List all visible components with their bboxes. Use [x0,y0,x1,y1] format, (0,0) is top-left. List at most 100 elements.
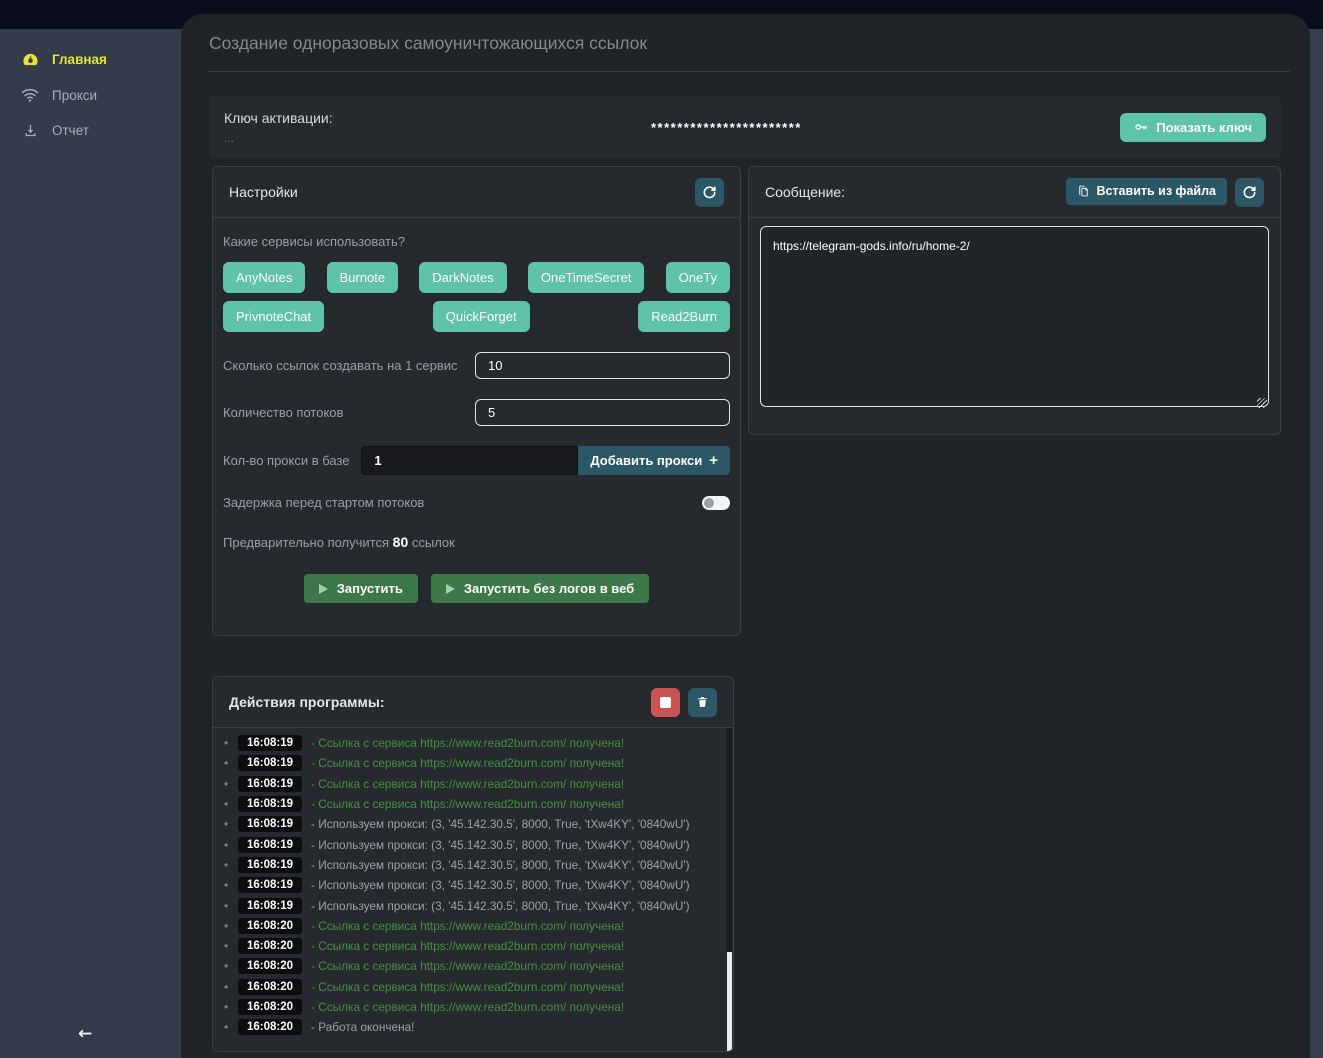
links-per-service-row: Сколько ссылок создавать на 1 сервис [223,352,730,379]
settings-title: Настройки [229,184,298,200]
log-header: Действия программы: [213,677,733,728]
log-entry: • 16:08:20 - Ссылка с сервиса https://ww… [224,997,719,1017]
log-timestamp: 16:08:20 [238,979,302,995]
clear-log-button[interactable] [688,688,717,717]
bullet-icon: • [224,980,238,994]
log-message: - Ссылка с сервиса https://www.read2burn… [311,939,624,953]
activation-key-panel: Ключ активации: ... ********************… [209,96,1281,158]
bullet-icon: • [224,939,238,953]
wifi-icon [21,88,39,103]
log-message: - Используем прокси: (3, '45.142.30.5', … [311,817,689,831]
gauge-icon [21,51,39,68]
title-divider [209,71,1290,72]
service-button[interactable]: AnyNotes [223,262,305,293]
services-row-1: AnyNotes Burnote DarkNotes OneTimeSecret… [223,262,730,293]
bullet-icon: • [224,858,238,872]
service-button[interactable]: PrivnoteChat [223,301,324,332]
log-timestamp: 16:08:19 [238,837,302,853]
log-entry: • 16:08:19 - Ссылка с сервиса https://ww… [224,733,719,753]
bullet-icon: • [224,919,238,933]
log-timestamp: 16:08:19 [238,857,302,873]
message-header: Сообщение: Вставить из файла [749,167,1280,218]
run-buttons-row: Запустить Запустить без логов в веб [223,574,730,603]
log-entry: • 16:08:19 - Используем прокси: (3, '45.… [224,875,719,895]
log-entry: • 16:08:20 - Ссылка с сервиса https://ww… [224,936,719,956]
log-scrollbar-thumb[interactable] [727,952,732,1052]
activation-key-label: Ключ активации: [224,110,333,126]
bullet-icon: • [224,736,238,750]
sidebar-item-label: Отчет [52,123,89,138]
main-content: Создание одноразовых самоуничтожающихся … [181,14,1310,1058]
add-proxy-button-label: Добавить прокси [590,453,702,468]
log-entry: • 16:08:20 - Ссылка с сервиса https://ww… [224,956,719,976]
run-button-label: Запустить [337,581,403,596]
bullet-icon: • [224,756,238,770]
run-no-logs-button[interactable]: Запустить без логов в веб [431,574,649,603]
message-refresh-button[interactable] [1235,178,1264,207]
log-timestamp: 16:08:20 [238,938,302,954]
bullet-icon: • [224,878,238,892]
services-row-2: PrivnoteChat QuickForget Read2Burn [223,301,730,332]
sidebar-item-label: Главная [52,52,107,67]
service-button[interactable]: QuickForget [433,301,530,332]
settings-body: Какие сервисы использовать? AnyNotes Bur… [213,218,740,603]
log-message: - Ссылка с сервиса https://www.read2burn… [311,736,624,750]
settings-header: Настройки [213,167,740,218]
log-entry: • 16:08:20 - Работа окончена! [224,1017,719,1037]
service-button[interactable]: OneTy [666,262,730,293]
settings-refresh-button[interactable] [695,178,724,207]
threads-input[interactable] [475,399,730,426]
log-timestamp: 16:08:19 [238,796,302,812]
links-per-service-label: Сколько ссылок создавать на 1 сервис [223,358,458,373]
service-button[interactable]: OneTimeSecret [528,262,645,293]
sidebar: Главная Прокси Отчет ← [0,29,181,1058]
log-entry: • 16:08:19 - Используем прокси: (3, '45.… [224,895,719,915]
stop-button[interactable] [651,688,680,717]
log-panel: Действия программы: • 16:08:19 [212,676,734,1052]
proxy-input-group: Добавить прокси + [361,446,730,475]
threads-label: Количество потоков [223,405,343,420]
run-button[interactable]: Запустить [304,574,418,603]
log-list[interactable]: • 16:08:19 - Ссылка с сервиса https://ww… [213,728,733,1052]
settings-panel: Настройки Какие сервисы использовать? An… [212,166,741,636]
preview-line: Предварительно получится 80 ссылок [223,534,730,550]
log-timestamp: 16:08:20 [238,999,302,1015]
activation-labels: Ключ активации: ... [224,110,333,145]
sidebar-item-report[interactable]: Отчет [0,113,181,148]
key-icon [1134,120,1148,134]
log-timestamp: 16:08:19 [238,898,302,914]
log-actions [651,688,717,717]
proxy-count-input[interactable] [361,446,578,475]
log-timestamp: 16:08:19 [238,816,302,832]
links-per-service-input[interactable] [475,352,730,379]
paste-icon [1077,184,1090,198]
log-message: - Используем прокси: (3, '45.142.30.5', … [311,878,689,892]
log-message: - Ссылка с сервиса https://www.read2burn… [311,777,624,791]
bullet-icon: • [224,777,238,791]
service-button[interactable]: Burnote [327,262,399,293]
resize-grip-icon[interactable] [1257,398,1267,408]
add-proxy-button[interactable]: Добавить прокси + [578,446,730,475]
threads-row: Количество потоков [223,399,730,426]
insert-from-file-label: Вставить из файла [1096,184,1216,198]
play-icon [446,584,455,594]
sidebar-item-home[interactable]: Главная [0,41,181,78]
log-timestamp: 16:08:19 [238,735,302,751]
proxy-count-row: Кол-во прокси в базе Добавить прокси + [223,446,730,475]
service-button[interactable]: Read2Burn [638,301,730,332]
log-message: - Ссылка с сервиса https://www.read2burn… [311,919,624,933]
sidebar-item-proxy[interactable]: Прокси [0,78,181,113]
message-textarea[interactable]: https://telegram-gods.info/ru/home-2/ [760,226,1269,407]
show-key-button[interactable]: Показать ключ [1120,113,1266,142]
message-body: https://telegram-gods.info/ru/home-2/ [749,218,1280,412]
play-icon [319,584,328,594]
service-button[interactable]: DarkNotes [419,262,506,293]
stop-icon [660,697,671,708]
bullet-icon: • [224,899,238,913]
bullet-icon: • [224,838,238,852]
bullet-icon: • [224,797,238,811]
log-title: Действия программы: [229,694,385,710]
insert-from-file-button[interactable]: Вставить из файла [1066,178,1227,205]
sidebar-collapse-arrow-icon[interactable]: ← [78,1024,92,1044]
delay-toggle[interactable] [702,496,730,510]
